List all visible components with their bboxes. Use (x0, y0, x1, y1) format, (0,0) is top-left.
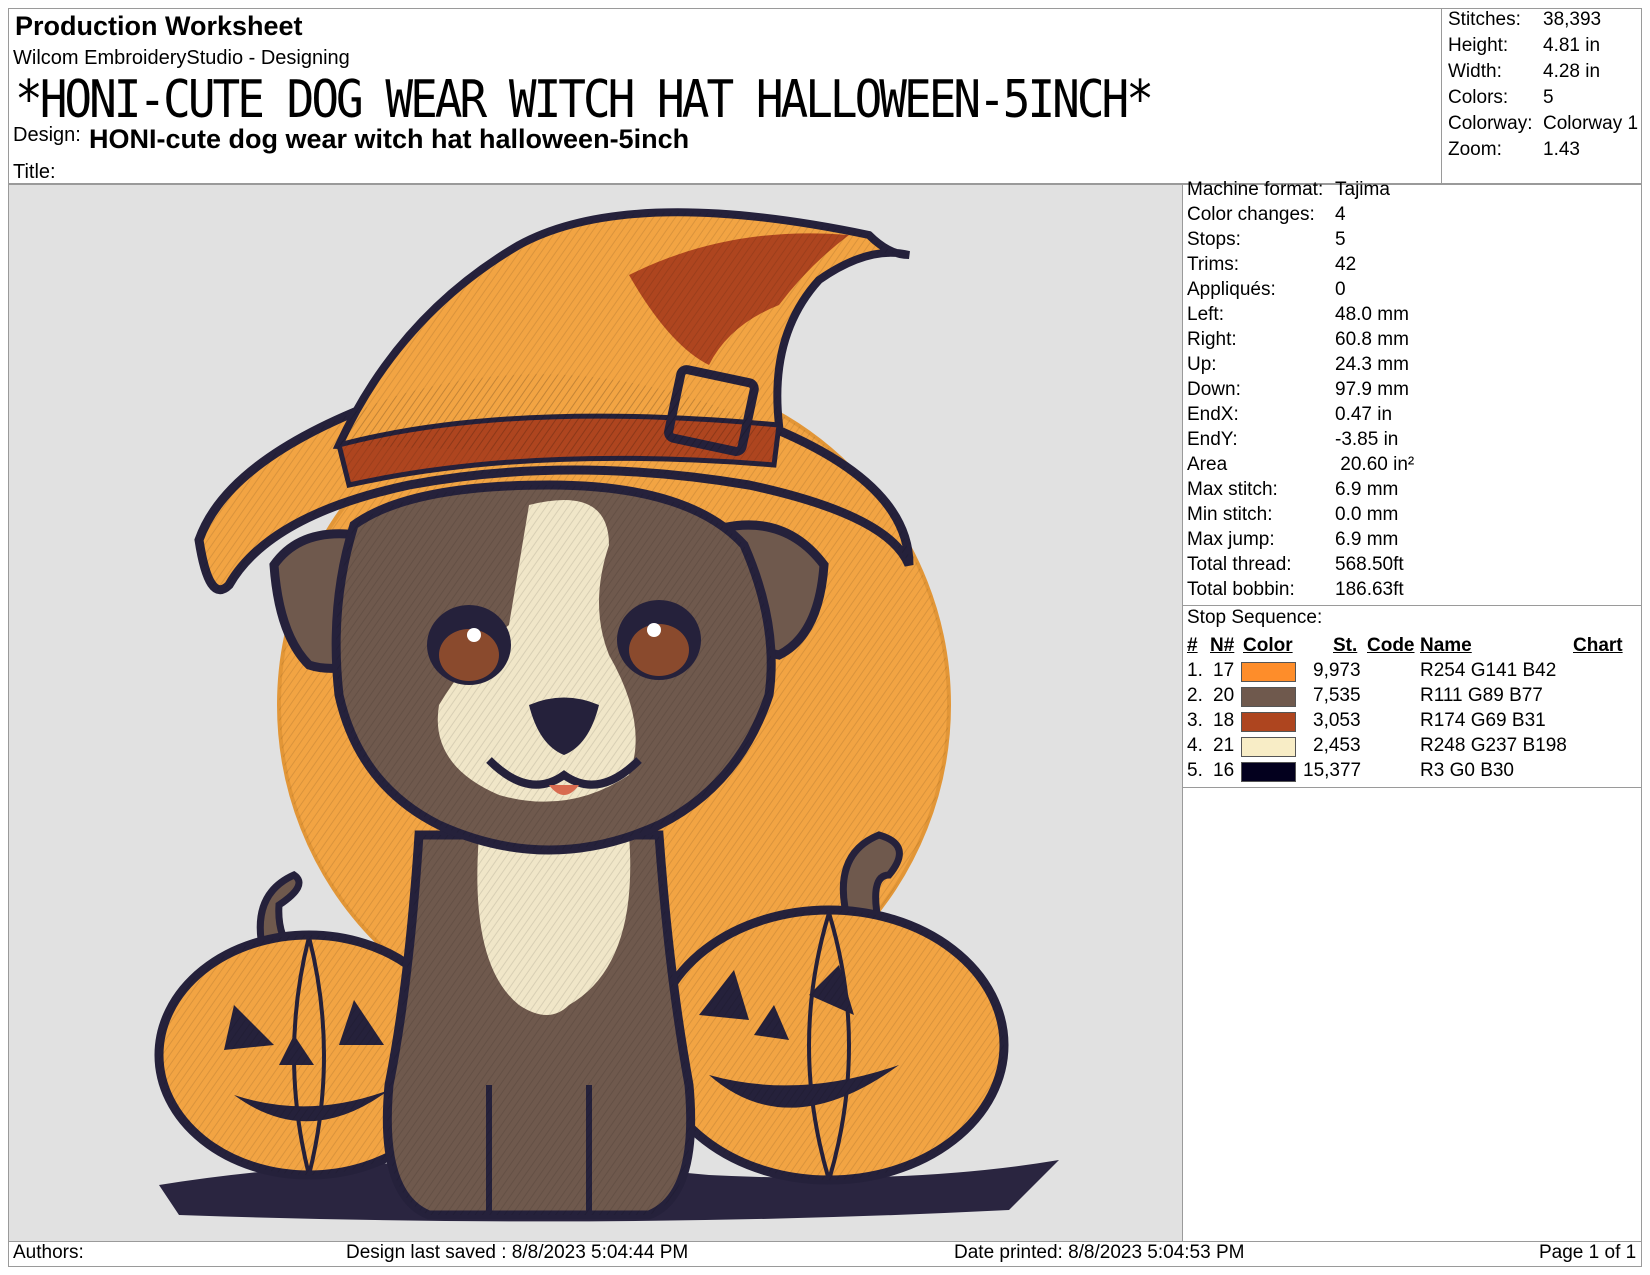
info-divider (1183, 605, 1641, 606)
design-label: Design: (13, 124, 81, 146)
last-saved: Design last saved : 8/8/2023 5:04:44 PM (346, 1242, 689, 1263)
col-header-num: # (1187, 635, 1198, 656)
machine-info-panel: Machine format: Tajima Color changes: 4 St… (1183, 179, 1642, 1242)
color-swatch (1241, 687, 1296, 707)
col-header-color: Color (1243, 635, 1293, 656)
design-summary: Stitches: 38,393 Height: 4.81 in Width: 4.2… (1441, 8, 1642, 184)
stop-row: 3. 18 3,053 R174 G69 B31 (1187, 710, 1546, 732)
col-header-code: Code (1367, 635, 1415, 656)
software-name: Wilcom EmbroideryStudio - Designing (13, 47, 350, 69)
stop-row: 1. 17 9,973 R254 G141 B42 (1187, 660, 1557, 682)
col-header-needle: N# (1210, 635, 1235, 656)
design-value: HONI-cute dog wear witch hat halloween-5… (89, 124, 690, 154)
embroidery-illustration (154, 208, 1059, 1222)
title-label: Title: (13, 161, 56, 183)
col-header-name: Name (1420, 635, 1472, 656)
worksheet-header: Production Worksheet Wilcom EmbroiderySt… (8, 8, 1441, 184)
design-name-banner: *HONI-CUTE DOG WEAR WITCH HAT HALLOWEEN-… (15, 69, 1154, 130)
color-swatch (1241, 762, 1296, 782)
color-swatch (1241, 662, 1296, 682)
color-swatch (1241, 712, 1296, 732)
design-preview (8, 184, 1183, 1242)
worksheet-title: Production Worksheet (15, 11, 303, 41)
stop-sequence-divider (1183, 787, 1641, 788)
col-header-stitches: St. (1333, 635, 1358, 656)
worksheet-footer: Authors: Design last saved : 8/8/2023 5:… (8, 1242, 1642, 1267)
stop-sequence-title: Stop Sequence: (1187, 607, 1323, 628)
page-number: Page 1 of 1 (1539, 1242, 1637, 1263)
date-printed: Date printed: 8/8/2023 5:04:53 PM (954, 1242, 1245, 1263)
stop-sequence-header: # N# Color St. Code Name Chart (1183, 635, 1641, 661)
color-swatch (1241, 737, 1296, 757)
stop-row: 5. 16 15,377 R3 G0 B30 (1187, 760, 1514, 782)
authors-label: Authors: (13, 1242, 84, 1263)
stop-row: 2. 20 7,535 R111 G89 B77 (1187, 685, 1543, 707)
col-header-chart: Chart (1573, 635, 1623, 656)
stop-row: 4. 21 2,453 R248 G237 B198 (1187, 735, 1567, 757)
